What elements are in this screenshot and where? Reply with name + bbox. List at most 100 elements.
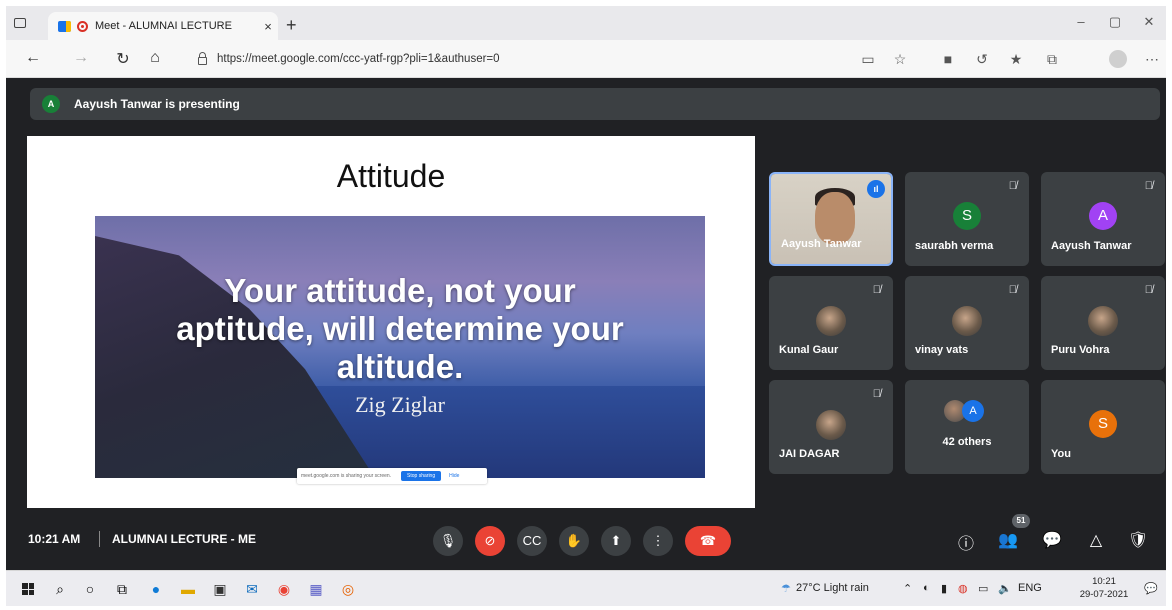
participant-name: Puru Vohra [1051, 344, 1110, 356]
stop-sharing-button[interactable]: Stop sharing [401, 471, 442, 481]
participant-tile[interactable]: 🎙̸ Puru Vohra [1041, 276, 1165, 370]
participant-photo [816, 306, 846, 336]
participant-photo [952, 306, 982, 336]
weather-text[interactable]: 27°C Light rain [796, 582, 869, 594]
file-explorer-icon[interactable]: ▬ [178, 579, 198, 599]
mic-off-icon: 🎙̸ [872, 284, 881, 296]
meeting-name: ALUMNAI LECTURE - ME [112, 532, 256, 546]
people-icon[interactable]: 👥 [996, 530, 1020, 550]
more-menu-icon[interactable]: ⋯ [1142, 51, 1162, 68]
weather-icon[interactable]: ☂ [781, 582, 791, 595]
participant-tile[interactable]: 🎙̸ JAI DAGAR [769, 380, 893, 474]
tab-close-button[interactable]: × [258, 19, 278, 34]
collections-icon[interactable]: ⧉ [1042, 51, 1062, 68]
store-icon[interactable]: ▣ [210, 579, 230, 599]
quote-line: aptitude, will determine your [176, 310, 624, 347]
participant-tile[interactable]: ıl Aayush Tanwar [769, 172, 893, 266]
sync-icon[interactable]: ↺ [972, 51, 992, 68]
clock-date: 29-07-2021 [1079, 589, 1129, 600]
mic-off-icon: 🎙̸ [1144, 180, 1153, 192]
participant-avatar: S [953, 202, 981, 230]
microphone-button[interactable]: 🎙 [433, 526, 463, 556]
profile-avatar[interactable] [1109, 50, 1127, 68]
participant-avatar: A [1089, 202, 1117, 230]
activities-icon[interactable]: △ [1084, 530, 1108, 550]
extension-icon[interactable]: ■ [938, 51, 958, 67]
notifications-icon[interactable]: 💬 [1144, 582, 1158, 595]
taskbar-clock[interactable]: 10:21 29-07-2021 [1074, 575, 1134, 601]
share-text: meet.google.com is sharing your screen. [301, 473, 392, 479]
chrome-icon[interactable]: ◉ [274, 579, 294, 599]
end-call-button[interactable]: ☎ [685, 526, 731, 556]
self-avatar: S [1089, 410, 1117, 438]
participant-name: Kunal Gaur [779, 344, 839, 356]
camera-off-button[interactable]: ⊘ [475, 526, 505, 556]
new-tab-button[interactable]: + [286, 15, 297, 36]
minimize-button[interactable]: – [1066, 14, 1096, 29]
tab-title: Meet - ALUMNAI LECTURE [95, 20, 232, 32]
favorites-icon[interactable]: ★ [1006, 51, 1026, 68]
hide-button[interactable]: Hide [449, 473, 459, 479]
participant-name: You [1051, 448, 1071, 460]
others-count: 42 others [942, 436, 992, 448]
lock-icon[interactable] [198, 51, 207, 65]
tray-network-icon[interactable]: ◍ [958, 582, 968, 595]
language-indicator[interactable]: ENG [1018, 582, 1042, 594]
raise-hand-button[interactable]: ✋ [559, 526, 589, 556]
shared-slide: Attitude Your attitude, not your aptitud… [27, 136, 755, 508]
meeting-info-icon[interactable]: ⓘ [954, 530, 978, 554]
tray-app-icon[interactable]: ◐ [923, 582, 930, 594]
screen-share-bar: meet.google.com is sharing your screen. … [297, 468, 487, 484]
slide-quote: Your attitude, not your aptitude, will d… [95, 272, 705, 386]
teams-icon[interactable]: ▦ [306, 579, 326, 599]
edge-icon[interactable]: ● [146, 579, 166, 599]
participant-avatar: A [962, 400, 984, 422]
participant-name: saurabh verma [915, 240, 994, 252]
favorite-add-icon[interactable]: ☆ [890, 51, 910, 68]
mail-icon[interactable]: ✉ [242, 579, 262, 599]
browser-tab[interactable]: Meet - ALUMNAI LECTURE × [48, 12, 278, 40]
participant-name: vinay vats [915, 344, 969, 356]
volume-icon[interactable]: 🔈 [998, 582, 1012, 595]
chat-icon[interactable]: 💬 [1040, 530, 1064, 550]
back-icon[interactable]: ← [22, 49, 44, 67]
maximize-button[interactable]: ▢ [1100, 14, 1130, 30]
participant-photo [816, 410, 846, 440]
firefox-icon[interactable]: ◎ [338, 579, 358, 599]
meeting-time: 10:21 AM [28, 532, 81, 546]
participant-tile[interactable]: 🎙̸ Kunal Gaur [769, 276, 893, 370]
camera-icon[interactable]: ▭ [858, 51, 878, 68]
tray-chevron-icon[interactable]: ⌃ [903, 582, 912, 595]
participant-tile[interactable]: 🎙̸ A Aayush Tanwar [1041, 172, 1165, 266]
cortana-icon[interactable]: ○ [80, 579, 100, 599]
close-window-button[interactable]: ✕ [1134, 14, 1164, 30]
home-icon[interactable]: ⌂ [144, 49, 166, 67]
others-tile[interactable]: A 42 others [905, 380, 1029, 474]
battery-icon[interactable]: ▭ [978, 582, 988, 595]
video-face [815, 192, 855, 244]
refresh-icon[interactable]: ↻ [112, 49, 134, 69]
windows-start-icon[interactable] [22, 583, 34, 595]
search-icon[interactable]: ⌕ [50, 579, 70, 599]
url-field[interactable]: https://meet.google.com/ccc-yatf-rgp?pli… [198, 47, 838, 71]
presenting-text: Aayush Tanwar is presenting [74, 97, 240, 111]
tab-actions-icon[interactable] [14, 18, 26, 28]
quote-line: Your attitude, not your [224, 272, 576, 309]
self-tile[interactable]: S You [1041, 380, 1165, 474]
recording-icon [77, 20, 88, 32]
participant-tile[interactable]: 🎙̸ vinay vats [905, 276, 1029, 370]
host-controls-icon[interactable]: 🛡 [1126, 530, 1150, 550]
participant-tile[interactable]: 🎙̸ S saurabh verma [905, 172, 1029, 266]
mic-off-icon: 🎙̸ [1008, 180, 1017, 192]
present-button[interactable]: ⬆ [601, 526, 631, 556]
tray-pen-icon[interactable]: ▮ [941, 582, 947, 595]
speaking-indicator-icon: ıl [867, 180, 885, 198]
participant-name: Aayush Tanwar [1051, 240, 1132, 252]
captions-button[interactable]: CC [517, 526, 547, 556]
forward-icon[interactable]: → [70, 49, 92, 67]
participant-name: JAI DAGAR [779, 448, 840, 460]
more-options-button[interactable]: ⋮ [643, 526, 673, 556]
slide-title: Attitude [336, 158, 446, 194]
task-view-icon[interactable]: ⧉ [112, 579, 132, 599]
divider [99, 531, 100, 547]
